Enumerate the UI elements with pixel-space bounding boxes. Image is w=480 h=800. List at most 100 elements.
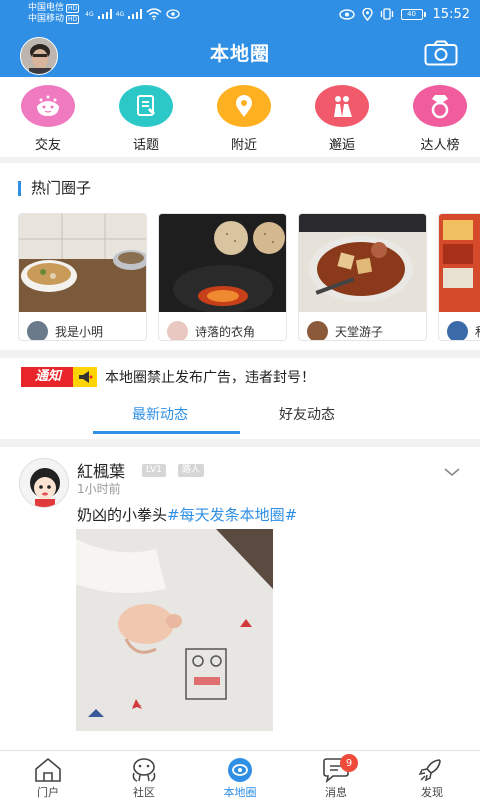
hot-circle-footer: 诗落的衣角 bbox=[159, 316, 286, 340]
category-label: 附近 bbox=[230, 138, 257, 153]
nav-messages[interactable]: 9 消息 bbox=[288, 751, 384, 800]
category-label: 交友 bbox=[34, 138, 61, 153]
owner-avatar bbox=[27, 320, 48, 340]
owner-avatar bbox=[447, 320, 468, 340]
notice-tag: 通知 bbox=[21, 367, 98, 387]
post-time: 1小时前 bbox=[77, 482, 121, 496]
level-badge: LV1 bbox=[142, 464, 166, 477]
chevron-down-icon[interactable] bbox=[444, 467, 460, 477]
eye-icon bbox=[166, 9, 180, 19]
category-label: 邂逅 bbox=[328, 138, 355, 153]
post-author-name[interactable]: 紅楓葉 bbox=[77, 458, 125, 482]
page-title: 本地圈 bbox=[209, 43, 270, 65]
category-topics[interactable]: 话题 bbox=[118, 85, 174, 157]
hot-circles-row: 我是小明 诗落的衣角 天堂游子 bbox=[18, 213, 480, 341]
diamond-ring-icon bbox=[431, 95, 449, 119]
camera-icon[interactable] bbox=[424, 40, 458, 66]
role-badge: 路人 bbox=[178, 464, 205, 477]
tab-latest[interactable]: 最新动态 bbox=[132, 404, 188, 424]
location-icon bbox=[361, 7, 373, 21]
category-circle bbox=[119, 85, 173, 127]
tab-friends[interactable]: 好友动态 bbox=[279, 404, 335, 424]
hot-circle-image bbox=[159, 214, 286, 313]
category-circle bbox=[413, 85, 467, 127]
eye-icon bbox=[338, 8, 355, 20]
signal-icon bbox=[97, 9, 112, 19]
hot-circle-image bbox=[19, 214, 146, 312]
carrier-2: 中国移动 bbox=[28, 14, 65, 24]
hot-circle-card[interactable]: 我是小明 bbox=[18, 213, 147, 341]
post-topic-link[interactable]: #每天发条本地圈# bbox=[167, 506, 297, 524]
nav-label: 社区 bbox=[133, 786, 155, 799]
hot-circle-name: 我是小明 bbox=[55, 324, 104, 339]
wifi-icon bbox=[146, 8, 162, 20]
hot-circle-card[interactable]: 天堂游子 bbox=[298, 213, 427, 341]
hot-circle-footer: 天堂游子 bbox=[299, 316, 426, 340]
hot-circle-name: 私 bbox=[475, 323, 480, 340]
hot-circle-footer: 私 bbox=[439, 316, 480, 340]
post-content: 奶凶的小拳头#每天发条本地圈# bbox=[77, 504, 297, 525]
category-circle bbox=[315, 85, 369, 127]
header: 本地圈 bbox=[0, 28, 480, 77]
tab-active-indicator bbox=[93, 431, 240, 434]
nav-portal[interactable]: 门户 bbox=[0, 751, 96, 800]
nav-community[interactable]: 社区 bbox=[96, 751, 192, 800]
status-bar: 中国电信 HD 中国移动 HD 4G 4G 40 15:52 bbox=[0, 0, 480, 28]
notice-text: 本地圈禁止发布广告，违者封号！ bbox=[105, 370, 316, 386]
hot-circle-image bbox=[439, 214, 480, 312]
nav-label: 发现 bbox=[421, 786, 443, 799]
signal-group: 4G 4G bbox=[85, 8, 180, 20]
document-icon bbox=[137, 95, 155, 116]
hot-circles-section: 热门圈子 我是小明 诗落的衣角 天堂游子 bbox=[0, 163, 480, 350]
status-right: 40 15:52 bbox=[338, 6, 470, 22]
category-nearby[interactable]: 附近 bbox=[216, 85, 272, 157]
battery-level: 40 bbox=[400, 8, 423, 20]
signal-icon bbox=[128, 9, 143, 19]
home-icon bbox=[35, 757, 61, 782]
local-circle-icon bbox=[228, 758, 252, 782]
vibrate-icon bbox=[380, 8, 393, 20]
category-circle bbox=[21, 85, 75, 127]
feed-tabs: 最新动态 好友动态 bbox=[0, 396, 480, 439]
author-avatar[interactable] bbox=[19, 458, 69, 508]
category-make-friends[interactable]: 交友 bbox=[20, 85, 76, 157]
owner-avatar bbox=[307, 320, 328, 340]
nav-label: 本地圈 bbox=[223, 786, 257, 799]
nav-discover[interactable]: 发现 bbox=[384, 751, 480, 800]
nav-local-circle[interactable]: 本地圈 bbox=[192, 751, 288, 800]
location-pin-icon bbox=[236, 95, 252, 117]
rocket-icon bbox=[418, 759, 441, 782]
carrier-info: 中国电信 HD 中国移动 HD bbox=[28, 3, 80, 25]
category-rankings[interactable]: 达人榜 bbox=[412, 85, 468, 157]
hot-circle-name: 天堂游子 bbox=[335, 324, 384, 339]
hot-circle-footer: 我是小明 bbox=[19, 316, 146, 340]
hot-circle-card[interactable]: 私 bbox=[438, 213, 480, 341]
post-image[interactable] bbox=[76, 529, 273, 731]
megaphone-icon bbox=[73, 367, 98, 387]
user-avatar[interactable] bbox=[20, 37, 58, 75]
category-row: 交友 话题 附近 邂逅 达人榜 bbox=[0, 77, 480, 157]
hd-tag: HD bbox=[66, 15, 80, 24]
nav-label: 消息 bbox=[325, 786, 347, 799]
face-icon bbox=[37, 95, 59, 116]
status-time: 15:52 bbox=[432, 6, 470, 22]
owner-avatar bbox=[167, 320, 188, 340]
avatar-image bbox=[21, 38, 57, 74]
network-tag: 4G bbox=[85, 10, 94, 18]
top-bar: 中国电信 HD 中国移动 HD 4G 4G 40 15:52 本地圈 bbox=[0, 0, 480, 77]
hot-circle-image bbox=[299, 214, 426, 312]
app-root: 中国电信 HD 中国移动 HD 4G 4G 40 15:52 本地圈 交友 话题… bbox=[0, 0, 480, 800]
bottom-nav: 门户 社区 本地圈 9 消息 发现 bbox=[0, 750, 480, 800]
author-avatar-image bbox=[20, 459, 68, 507]
network-tag: 4G bbox=[115, 10, 125, 18]
category-circle bbox=[217, 85, 271, 127]
nav-label: 门户 bbox=[37, 786, 59, 799]
notice-bar[interactable]: 通知 本地圈禁止发布广告，违者封号！ bbox=[0, 358, 480, 396]
notice-tag-label: 通知 bbox=[21, 367, 74, 387]
category-encounter[interactable]: 邂逅 bbox=[314, 85, 370, 157]
hd-tag: HD bbox=[66, 4, 80, 13]
battery-tip bbox=[423, 11, 426, 17]
community-icon bbox=[132, 758, 156, 782]
hot-circle-card[interactable]: 诗落的衣角 bbox=[158, 213, 287, 341]
couple-icon bbox=[334, 96, 352, 117]
